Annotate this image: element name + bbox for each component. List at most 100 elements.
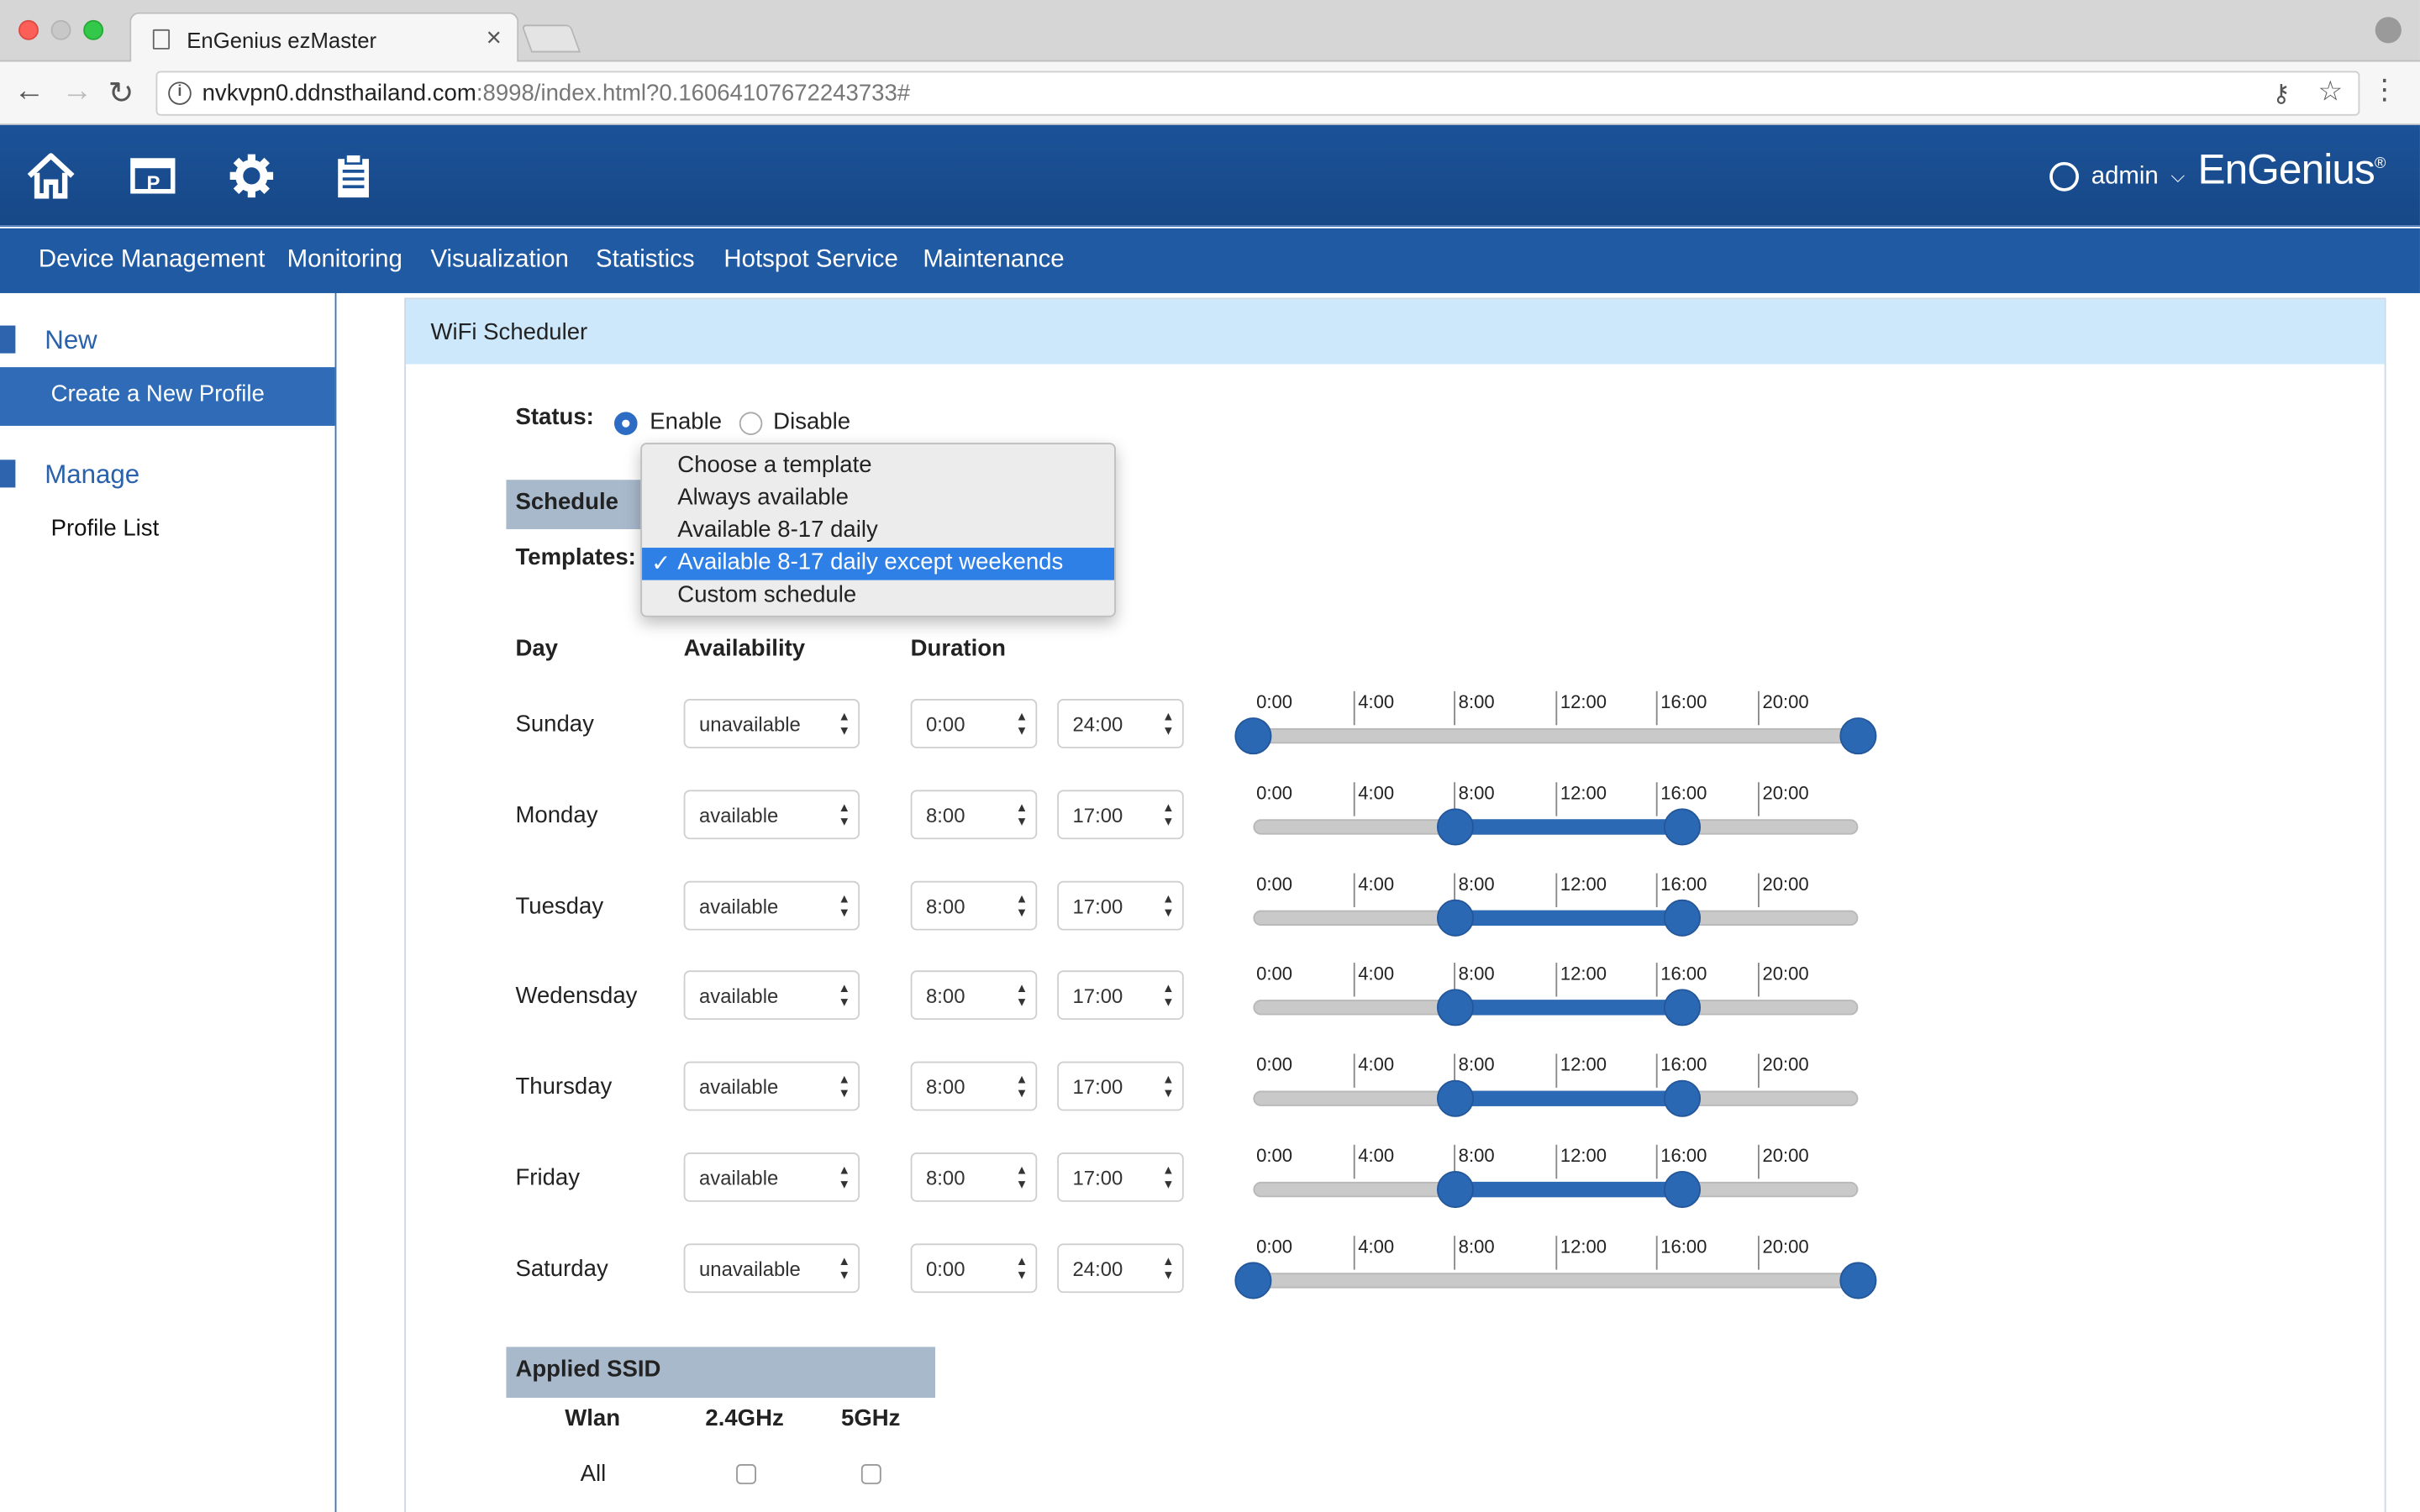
- forward-arrow-icon[interactable]: →: [61, 74, 92, 109]
- tick-line: [1758, 690, 1760, 726]
- menu-hotspot-service[interactable]: Hotspot Service: [723, 247, 897, 275]
- time-range-slider[interactable]: 0:00 4:00 8:00 12:00 16:00 20:00: [1253, 782, 1859, 874]
- time-range-slider[interactable]: 0:00 4:00 8:00 12:00 16:00 20:00: [1234, 690, 1877, 784]
- slider-track[interactable]: [1253, 1273, 1859, 1289]
- slider-start-handle[interactable]: [1436, 808, 1474, 846]
- close-window-button[interactable]: [18, 19, 39, 40]
- day-label: Friday: [515, 1164, 581, 1191]
- template-option[interactable]: Always available: [642, 483, 1114, 516]
- slider-start-handle[interactable]: [1436, 1171, 1474, 1209]
- tick-line: [1655, 1053, 1658, 1088]
- slider-end-handle[interactable]: [1663, 989, 1701, 1026]
- slider-end-handle[interactable]: [1663, 1079, 1701, 1117]
- end-time-select[interactable]: 24:00 ▲ ▼: [1057, 699, 1184, 748]
- end-time-select[interactable]: 17:00 ▲ ▼: [1057, 970, 1184, 1021]
- start-time-select[interactable]: 8:00 ▲ ▼: [910, 1061, 1038, 1111]
- slider-end-handle[interactable]: [1663, 899, 1701, 937]
- select-arrows-icon: ▲ ▼: [1162, 1163, 1175, 1191]
- bookmark-star-icon[interactable]: ☆: [2317, 76, 2343, 108]
- start-time-select[interactable]: 8:00 ▲ ▼: [910, 970, 1038, 1021]
- end-time-select[interactable]: 17:00 ▲ ▼: [1057, 1152, 1184, 1202]
- minimize-window-button[interactable]: [50, 19, 71, 40]
- browser-tab[interactable]: EnGenius ezMaster ×: [129, 12, 519, 64]
- all-24ghz-checkbox[interactable]: [736, 1464, 756, 1484]
- slider-end-handle[interactable]: [1663, 808, 1701, 846]
- reload-icon[interactable]: ↻: [108, 74, 134, 113]
- sidebar-section-label: New: [45, 325, 97, 355]
- time-range-slider[interactable]: 0:00 4:00 8:00 12:00 16:00 20:00: [1253, 1144, 1859, 1237]
- profile-p-icon[interactable]: P: [127, 150, 179, 202]
- end-time-select[interactable]: 24:00 ▲ ▼: [1057, 1243, 1184, 1294]
- tick-label: 0:00: [1256, 1236, 1292, 1257]
- start-time-select[interactable]: 0:00 ▲ ▼: [910, 1243, 1038, 1294]
- menu-monitoring[interactable]: Monitoring: [287, 247, 402, 275]
- all-5ghz-checkbox[interactable]: [860, 1464, 881, 1484]
- tick-line: [1758, 782, 1760, 816]
- end-time-select-value: 24:00: [1072, 712, 1123, 737]
- sidebar-item-create-new-profile[interactable]: Create a New Profile: [0, 367, 335, 426]
- back-arrow-icon[interactable]: ←: [14, 74, 45, 109]
- time-range-slider[interactable]: 0:00 4:00 8:00 12:00 16:00 20:00: [1253, 873, 1859, 966]
- slider-end-handle[interactable]: [1663, 1171, 1701, 1209]
- new-tab-button[interactable]: [521, 24, 581, 53]
- start-time-select[interactable]: 8:00 ▲ ▼: [910, 1152, 1038, 1202]
- address-bar[interactable]: i nvkvpn0.ddnsthailand.com:8998/index.ht…: [155, 71, 2360, 116]
- end-time-select[interactable]: 17:00 ▲ ▼: [1057, 1061, 1184, 1111]
- templates-dropdown[interactable]: Choose a template Always available Avail…: [640, 443, 1116, 617]
- template-option[interactable]: Available 8-17 daily: [642, 515, 1114, 548]
- key-icon[interactable]: ⚷: [2272, 79, 2291, 110]
- day-label: Tuesday: [515, 893, 604, 920]
- menu-device-management[interactable]: Device Management: [39, 247, 266, 275]
- select-arrows-icon: ▲ ▼: [1162, 1254, 1175, 1283]
- select-arrows-icon: ▲ ▼: [1162, 891, 1175, 920]
- tick-label: 20:00: [1762, 1236, 1809, 1257]
- availability-select[interactable]: available ▲ ▼: [683, 790, 860, 840]
- availability-select[interactable]: unavailable ▲ ▼: [683, 1243, 860, 1294]
- clipboard-icon[interactable]: [327, 150, 379, 202]
- maximize-window-button[interactable]: [83, 19, 104, 40]
- time-range-slider[interactable]: 0:00 4:00 8:00 12:00 16:00 20:00: [1253, 963, 1859, 1055]
- start-time-select[interactable]: 8:00 ▲ ▼: [910, 790, 1038, 840]
- tick-line: [1555, 1144, 1558, 1179]
- menu-visualization[interactable]: Visualization: [430, 247, 568, 275]
- availability-select[interactable]: available ▲ ▼: [683, 970, 860, 1021]
- start-time-select[interactable]: 8:00 ▲ ▼: [910, 880, 1038, 931]
- time-range-slider[interactable]: 0:00 4:00 8:00 12:00 16:00 20:00: [1234, 1236, 1877, 1328]
- time-range-slider[interactable]: 0:00 4:00 8:00 12:00 16:00 20:00: [1253, 1053, 1859, 1146]
- slider-start-handle[interactable]: [1436, 1079, 1474, 1117]
- availability-select[interactable]: available ▲ ▼: [683, 1061, 860, 1111]
- menu-maintenance[interactable]: Maintenance: [923, 247, 1064, 275]
- slider-start-handle[interactable]: [1436, 899, 1474, 937]
- slider-track[interactable]: [1253, 727, 1859, 744]
- browser-menu-icon[interactable]: ⋮: [2370, 74, 2398, 107]
- slider-end-handle[interactable]: [1839, 1262, 1877, 1299]
- browser-profile-icon[interactable]: [2375, 17, 2402, 44]
- gear-icon[interactable]: [225, 150, 277, 202]
- availability-select[interactable]: available ▲ ▼: [683, 1152, 860, 1202]
- slider-start-handle[interactable]: [1234, 717, 1272, 755]
- tick-line: [1655, 1236, 1658, 1270]
- template-option[interactable]: Custom schedule: [642, 580, 1114, 613]
- slider-start-handle[interactable]: [1436, 989, 1474, 1026]
- end-time-select[interactable]: 17:00 ▲ ▼: [1057, 880, 1184, 931]
- user-menu[interactable]: admin ⌵: [2049, 161, 2185, 192]
- end-time-select[interactable]: 17:00 ▲ ▼: [1057, 790, 1184, 840]
- enable-radio[interactable]: [614, 412, 638, 435]
- col-header-5ghz: 5GHz: [841, 1405, 901, 1432]
- availability-select[interactable]: available ▲ ▼: [683, 880, 860, 931]
- template-option-selected[interactable]: ✓ Available 8-17 daily except weekends: [642, 548, 1115, 580]
- select-arrows-icon: ▲ ▼: [1015, 709, 1028, 738]
- menu-statistics[interactable]: Statistics: [596, 247, 695, 275]
- slider-end-handle[interactable]: [1839, 717, 1877, 755]
- start-time-select[interactable]: 0:00 ▲ ▼: [910, 699, 1038, 748]
- template-option[interactable]: Choose a template: [642, 450, 1114, 483]
- disable-radio[interactable]: [739, 412, 763, 435]
- info-icon[interactable]: i: [168, 81, 192, 105]
- tick-label: 12:00: [1560, 1053, 1607, 1076]
- home-icon[interactable]: [24, 150, 76, 202]
- slider-start-handle[interactable]: [1234, 1262, 1272, 1299]
- sidebar-item-profile-list[interactable]: Profile List: [51, 515, 160, 541]
- select-arrows-icon: ▲ ▼: [1162, 1072, 1175, 1100]
- tab-close-icon[interactable]: ×: [487, 24, 502, 55]
- availability-select[interactable]: unavailable ▲ ▼: [683, 699, 860, 748]
